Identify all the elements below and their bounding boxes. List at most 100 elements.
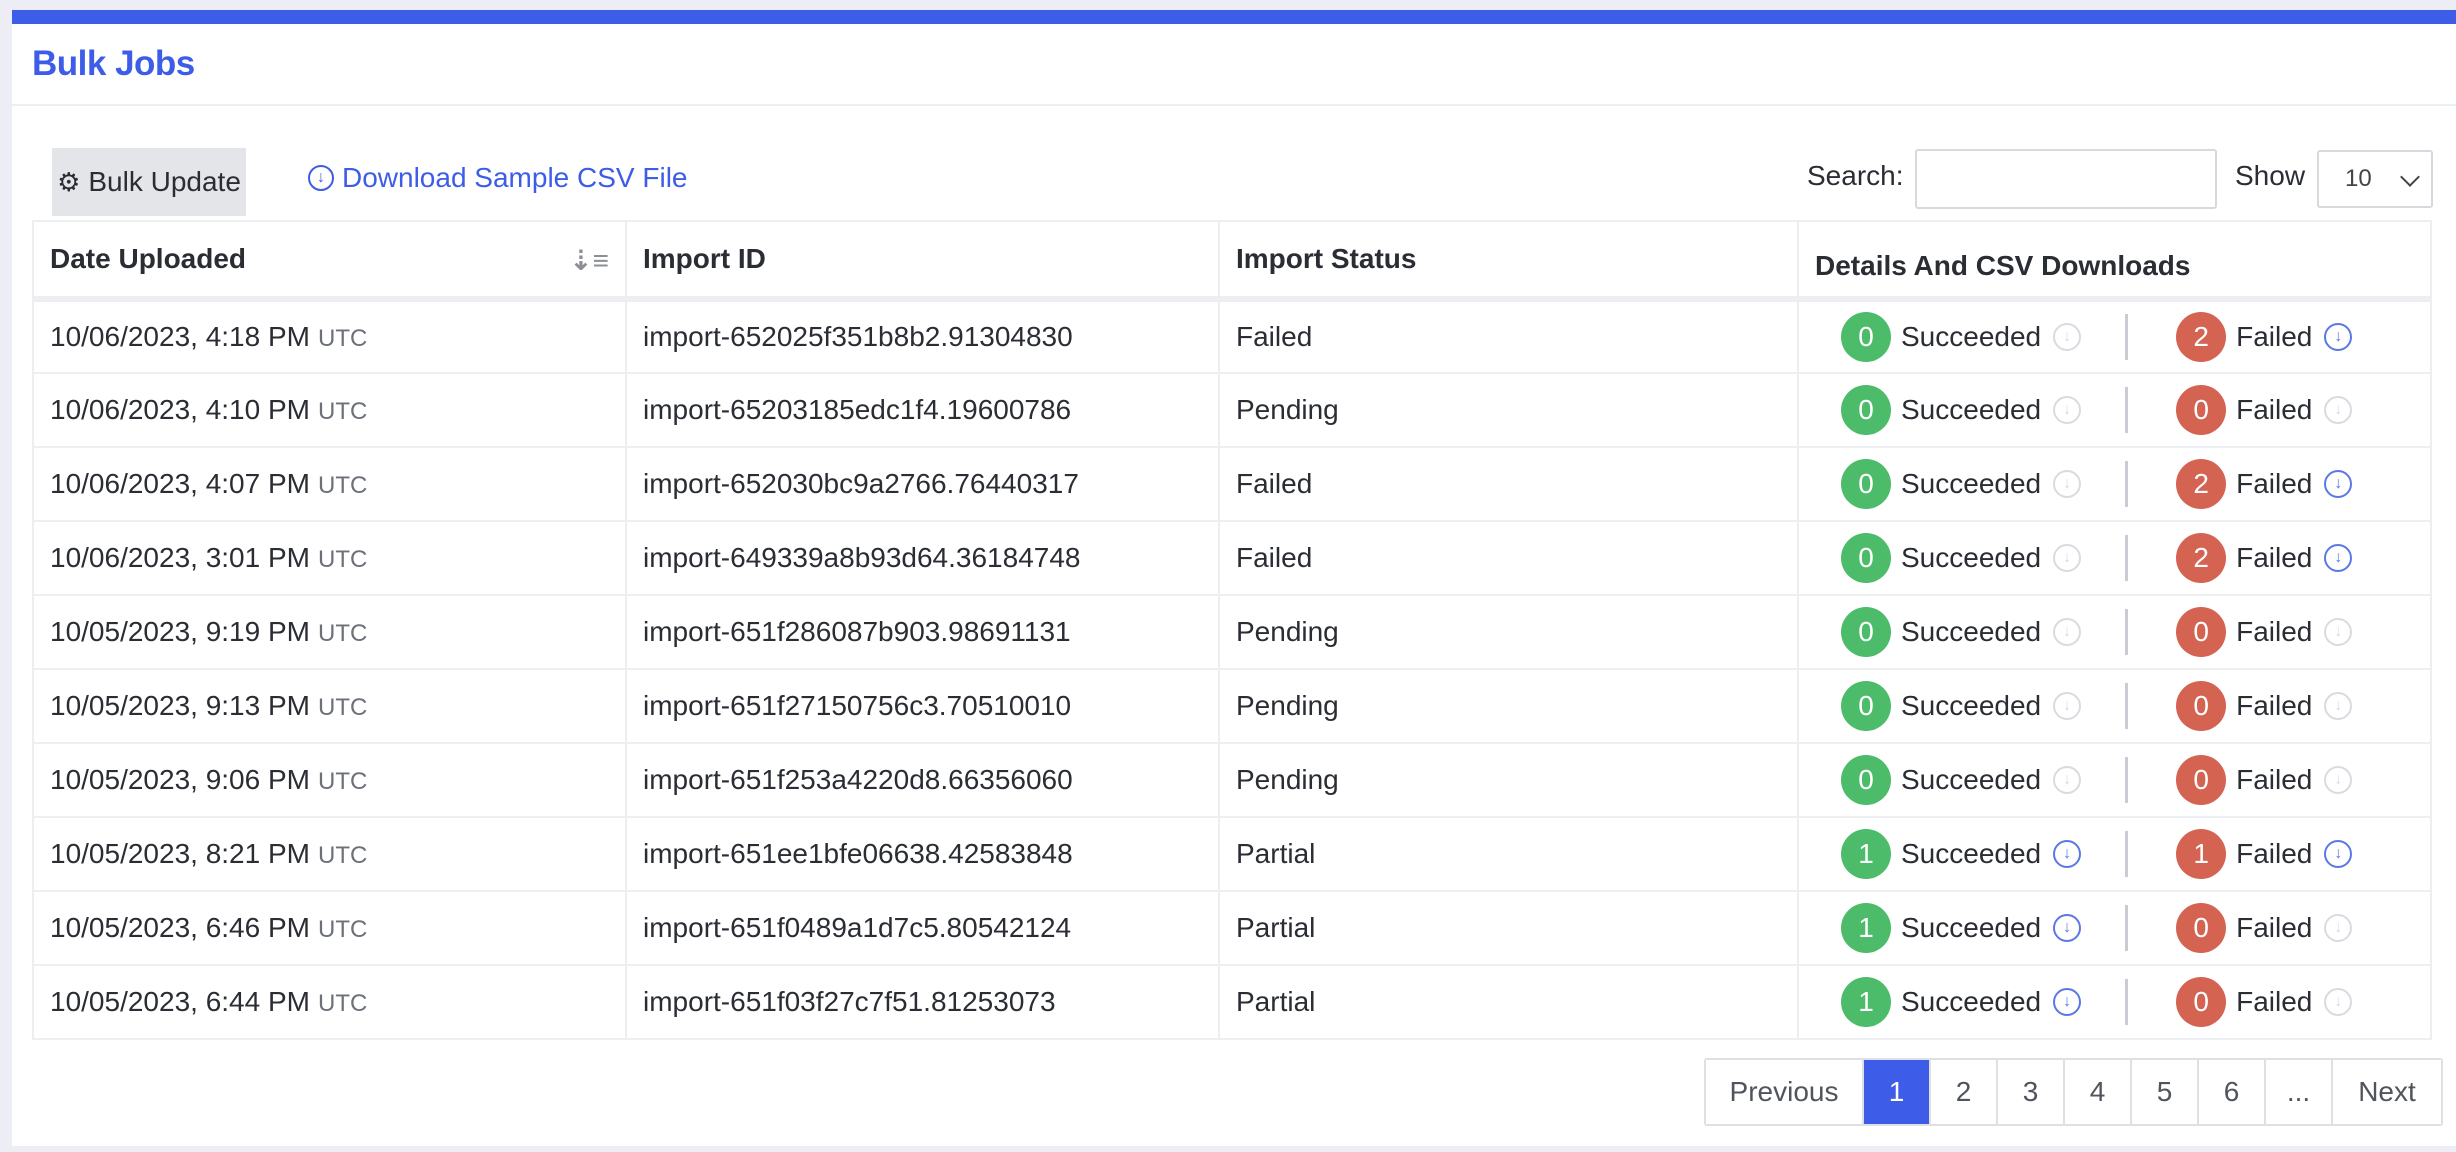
table-row: 10/05/2023, 9:19 PM UTC import-651f286087b… — [32, 594, 2432, 670]
page-size-select[interactable]: 10 — [2317, 150, 2433, 208]
cell-details: 0 Succeeded ↓ 0 Failed ↓ — [1797, 594, 2432, 670]
failed-label: Failed — [2236, 986, 2313, 1017]
cell-import-status: Failed — [1218, 298, 1799, 374]
download-succeeded-icon[interactable]: ↓ — [2053, 914, 2082, 942]
cell-import-id: import-651f0489a1d7c5.80542124 — [625, 890, 1220, 966]
search-label: Search: — [1807, 160, 1904, 191]
upload-date: 10/05/2023, 9:13 PM — [50, 690, 310, 721]
download-sample-csv-label: Download Sample CSV File — [342, 162, 688, 193]
cell-date-uploaded: 10/06/2023, 4:10 PM UTC — [32, 372, 627, 448]
bulk-update-button[interactable]: ⚙ Bulk Update — [52, 148, 246, 216]
details-group: 0 Succeeded ↓ 2 Failed ↓ — [1841, 448, 2414, 520]
divider — [2125, 979, 2129, 1025]
column-header-label: Details And CSV Downloads — [1815, 250, 2191, 281]
download-succeeded-icon[interactable]: ↓ — [2053, 840, 2082, 868]
card-header: Bulk Jobs — [12, 24, 2456, 106]
succeeded-count-badge: 0 — [1841, 681, 1891, 731]
cell-date-uploaded: 10/05/2023, 9:19 PM UTC — [32, 594, 627, 670]
download-failed-icon[interactable]: ↓ — [2324, 323, 2353, 351]
timezone-label: UTC — [317, 768, 368, 795]
failed-count-badge: 1 — [2176, 829, 2227, 879]
failed-count-badge: 2 — [2176, 459, 2227, 509]
cell-import-id: import-65203185edc1f4.19600786 — [625, 372, 1220, 448]
succeeded-label: Succeeded — [1901, 321, 2042, 352]
download-succeeded-icon[interactable]: ↓ — [2053, 988, 2082, 1016]
column-header-import-id[interactable]: Import ID — [625, 220, 1220, 302]
pagination-page-3[interactable]: 3 — [1998, 1060, 2065, 1124]
succeeded-label: Succeeded — [1901, 912, 2042, 943]
failed-label: Failed — [2236, 690, 2313, 721]
cell-details: 0 Succeeded ↓ 2 Failed ↓ — [1797, 520, 2432, 596]
download-failed-icon[interactable]: ↓ — [2324, 544, 2353, 572]
failed-count-badge: 2 — [2176, 533, 2227, 583]
pagination-page-2[interactable]: 2 — [1931, 1060, 1998, 1124]
pagination-previous-button[interactable]: Previous — [1706, 1060, 1864, 1124]
table-row: 10/05/2023, 8:21 PM UTC import-651ee1bfe06… — [32, 816, 2432, 892]
pagination-page-5[interactable]: 5 — [2132, 1060, 2199, 1124]
cell-details: 0 Succeeded ↓ 2 Failed ↓ — [1797, 298, 2432, 374]
table-header-row: Date Uploaded ⇣≡ Import ID Import Status… — [32, 220, 2432, 302]
cell-import-id: import-651f27150756c3.70510010 — [625, 668, 1220, 744]
succeeded-label: Succeeded — [1901, 690, 2042, 721]
details-group: 1 Succeeded ↓ 0 Failed ↓ — [1841, 892, 2414, 964]
table-row: 10/06/2023, 3:01 PM UTC import-649339a8b93… — [32, 520, 2432, 596]
column-header-details: Details And CSV Downloads — [1797, 220, 2432, 302]
search-input[interactable] — [1915, 149, 2217, 209]
cell-date-uploaded: 10/05/2023, 9:06 PM UTC — [32, 742, 627, 818]
divider — [2125, 535, 2129, 581]
cell-import-status: Failed — [1218, 520, 1799, 596]
timezone-label: UTC — [317, 325, 368, 352]
succeeded-count-badge: 1 — [1841, 903, 1891, 953]
download-succeeded-icon: ↓ — [2053, 396, 2082, 424]
failed-label: Failed — [2236, 838, 2313, 869]
upload-date: 10/05/2023, 6:46 PM — [50, 912, 310, 943]
details-group: 0 Succeeded ↓ 0 Failed ↓ — [1841, 596, 2414, 668]
failed-label: Failed — [2236, 616, 2313, 647]
pagination-next-button[interactable]: Next — [2333, 1060, 2441, 1124]
download-succeeded-icon: ↓ — [2053, 766, 2082, 794]
download-failed-icon[interactable]: ↓ — [2324, 470, 2353, 498]
cell-import-id: import-651f03f27c7f51.81253073 — [625, 964, 1220, 1040]
succeeded-count-badge: 0 — [1841, 459, 1891, 509]
timezone-label: UTC — [317, 842, 368, 869]
pagination-page-1[interactable]: 1 — [1864, 1060, 1931, 1124]
pagination-page-4[interactable]: 4 — [2065, 1060, 2132, 1124]
table-row: 10/06/2023, 4:18 PM UTC import-652025f351b… — [32, 298, 2432, 374]
download-sample-csv-link[interactable]: ↓ Download Sample CSV File — [308, 162, 688, 194]
upload-date: 10/05/2023, 9:06 PM — [50, 764, 310, 795]
failed-count-badge: 0 — [2176, 977, 2227, 1027]
timezone-label: UTC — [317, 694, 368, 721]
upload-date: 10/06/2023, 4:18 PM — [50, 321, 310, 352]
sort-descending-icon[interactable]: ⇣≡ — [569, 244, 609, 277]
page-size-value: 10 — [2345, 165, 2372, 192]
divider — [2125, 683, 2129, 729]
details-group: 0 Succeeded ↓ 0 Failed ↓ — [1841, 670, 2414, 742]
cell-import-status: Pending — [1218, 594, 1799, 670]
failed-count-badge: 0 — [2176, 903, 2227, 953]
page-title: Bulk Jobs — [32, 44, 195, 83]
download-failed-icon: ↓ — [2324, 988, 2353, 1016]
column-header-label: Import Status — [1236, 243, 1417, 274]
succeeded-label: Succeeded — [1901, 542, 2042, 573]
download-failed-icon: ↓ — [2324, 396, 2353, 424]
cell-details: 0 Succeeded ↓ 2 Failed ↓ — [1797, 446, 2432, 522]
succeeded-count-badge: 0 — [1841, 533, 1891, 583]
timezone-label: UTC — [317, 546, 368, 573]
download-circle-icon: ↓ — [308, 165, 334, 191]
download-failed-icon[interactable]: ↓ — [2324, 840, 2353, 868]
cell-date-uploaded: 10/05/2023, 9:13 PM UTC — [32, 668, 627, 744]
upload-date: 10/05/2023, 9:19 PM — [50, 616, 310, 647]
column-header-date-uploaded[interactable]: Date Uploaded ⇣≡ — [32, 220, 627, 302]
column-header-import-status[interactable]: Import Status — [1218, 220, 1799, 302]
failed-label: Failed — [2236, 764, 2313, 795]
cell-import-id: import-649339a8b93d64.36184748 — [625, 520, 1220, 596]
column-header-label: Import ID — [643, 243, 766, 274]
details-group: 0 Succeeded ↓ 0 Failed ↓ — [1841, 374, 2414, 446]
cell-import-id: import-652030bc9a2766.76440317 — [625, 446, 1220, 522]
gear-icon: ⚙ — [57, 166, 81, 197]
failed-label: Failed — [2236, 912, 2313, 943]
table-row: 10/05/2023, 6:44 PM UTC import-651f03f27c7… — [32, 964, 2432, 1040]
cell-date-uploaded: 10/05/2023, 6:44 PM UTC — [32, 964, 627, 1040]
cell-details: 0 Succeeded ↓ 0 Failed ↓ — [1797, 742, 2432, 818]
pagination-page-6[interactable]: 6 — [2199, 1060, 2266, 1124]
